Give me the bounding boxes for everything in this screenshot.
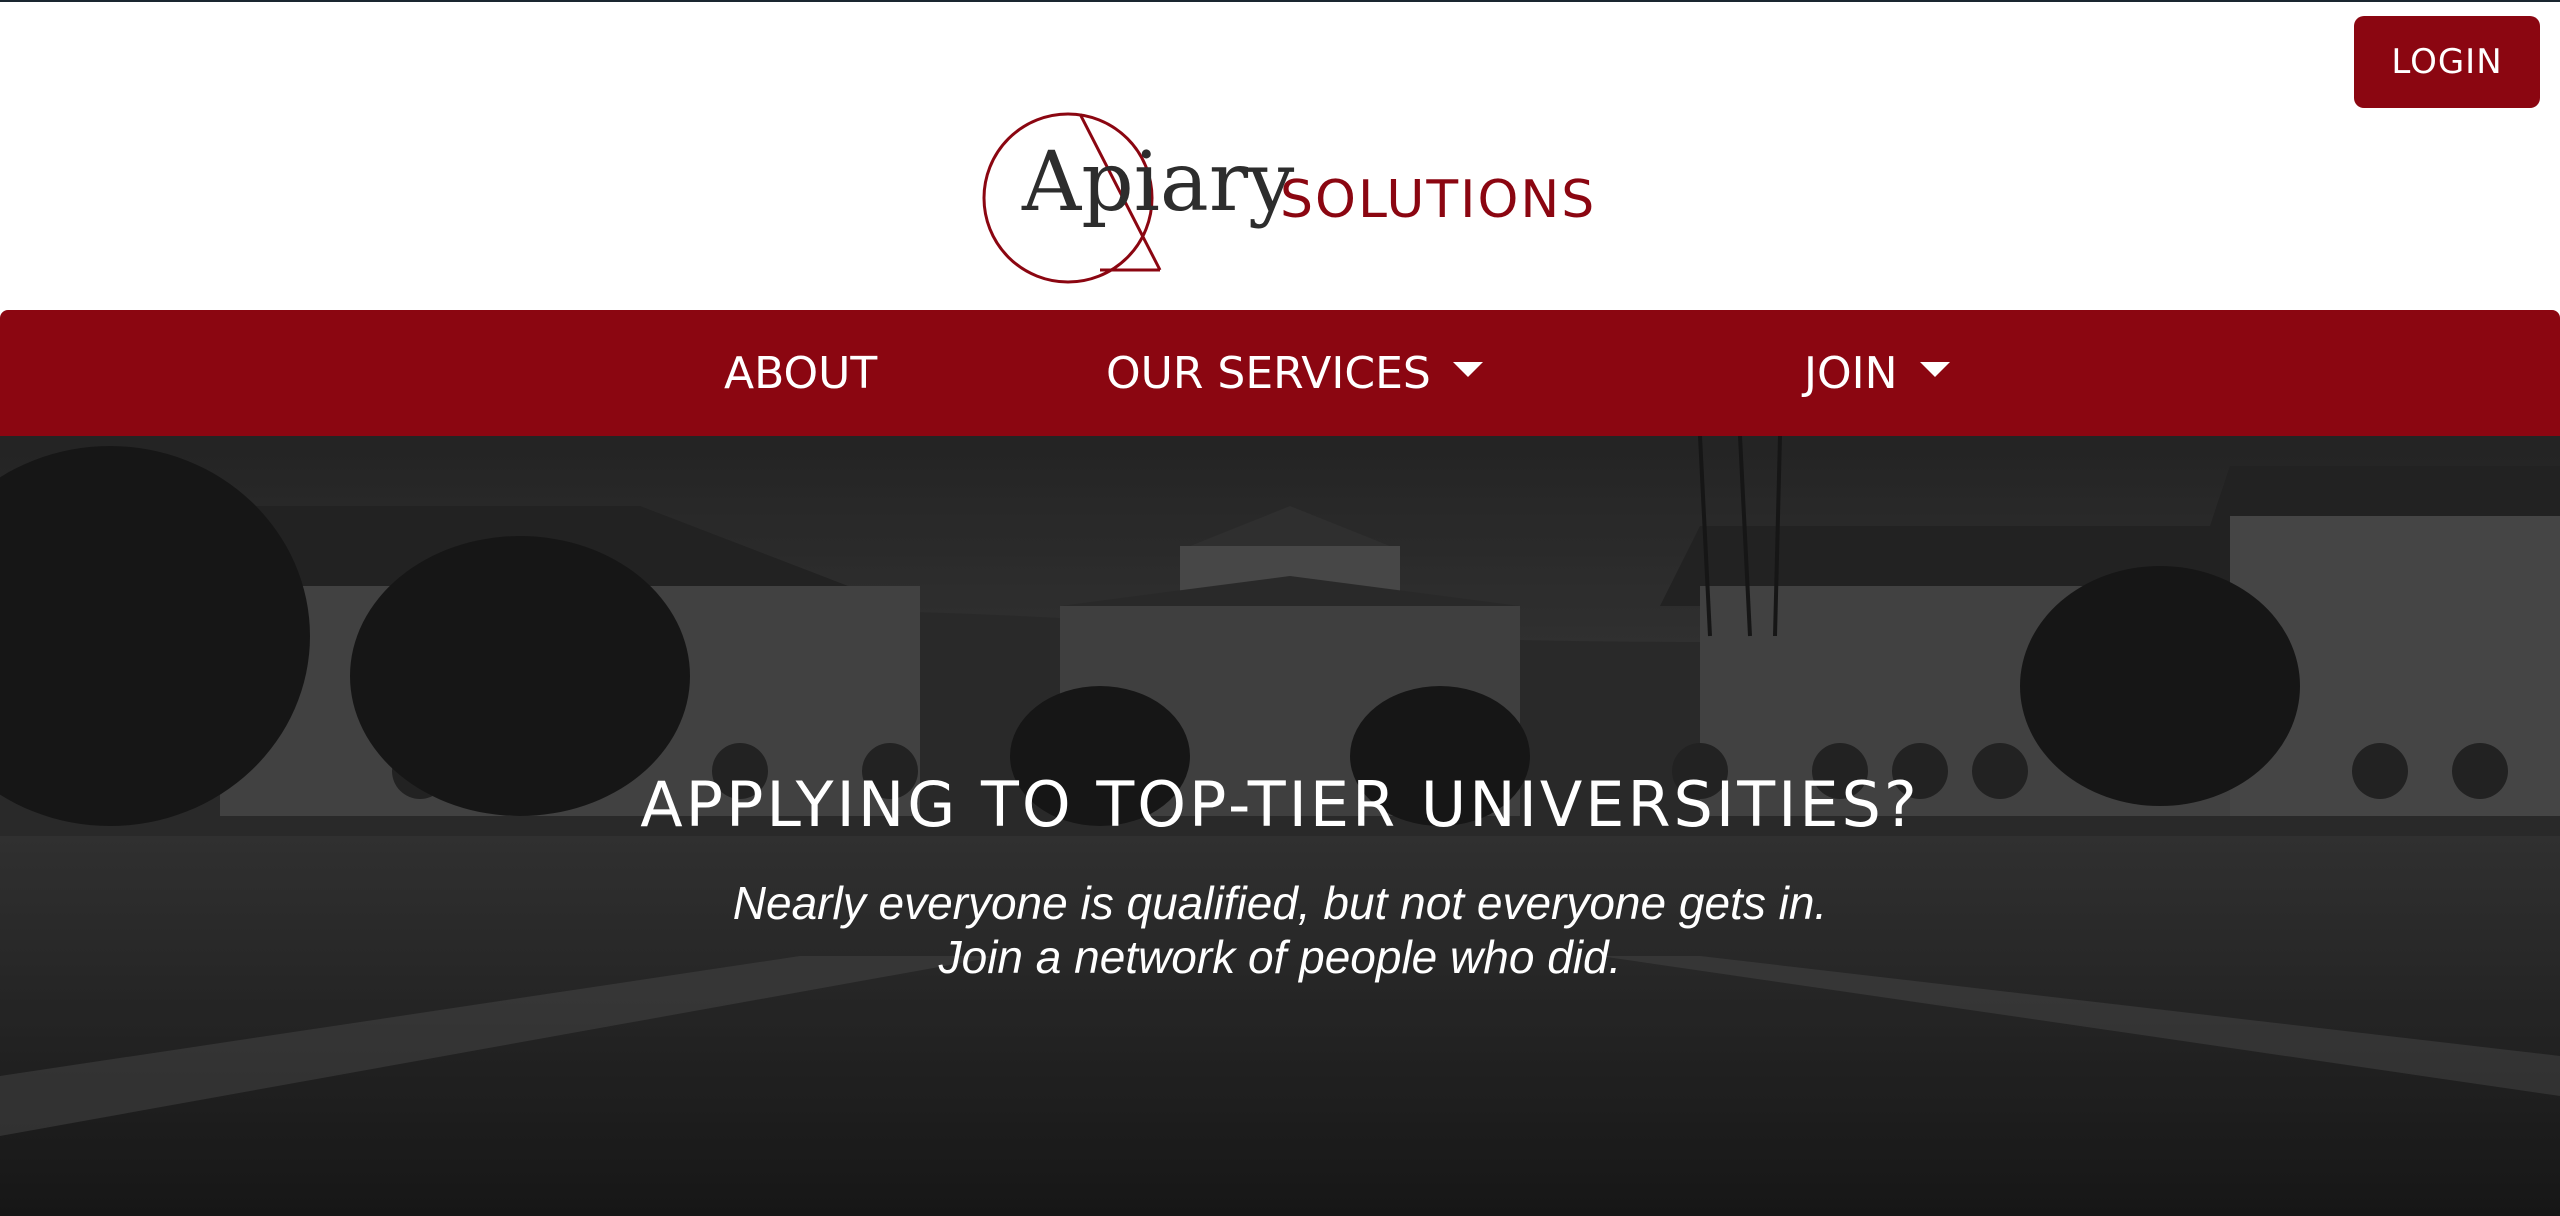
nav-item-join[interactable]: JOIN [1804, 310, 1950, 436]
top-border [0, 0, 2560, 2]
site-logo[interactable]: Apiary SOLUTIONS [980, 110, 1594, 290]
site-header: LOGIN Apiary SOLUTIONS [0, 0, 2560, 310]
hero-subtitle-line: Nearly everyone is qualified, but not ev… [732, 877, 1828, 929]
logo-wordmark: Apiary [1022, 135, 1295, 230]
hero-subtitle-line: Join a network of people who did. [938, 931, 1622, 983]
caret-down-icon [1452, 361, 1483, 377]
hero-title: APPLYING TO TOP-TIER UNIVERSITIES? [640, 768, 1920, 841]
caret-down-icon [1919, 361, 1950, 377]
hero-subtitle: Nearly everyone is qualified, but not ev… [0, 876, 2560, 984]
main-nav: ABOUT OUR SERVICES JOIN [0, 310, 2560, 436]
hero-banner: APPLYING TO TOP-TIER UNIVERSITIES? Nearl… [0, 436, 2560, 1216]
nav-item-about[interactable]: ABOUT [724, 310, 877, 436]
nav-item-label: OUR SERVICES [1106, 347, 1431, 399]
nav-item-label: ABOUT [724, 347, 878, 399]
nav-item-our-services[interactable]: OUR SERVICES [1106, 310, 1483, 436]
logo-subtitle: SOLUTIONS [1280, 170, 1597, 230]
page: LOGIN Apiary SOLUTIONS ABOUT OUR SERVICE… [0, 0, 2560, 1216]
login-button[interactable]: LOGIN [2354, 16, 2540, 108]
nav-item-label: JOIN [1804, 347, 1898, 399]
